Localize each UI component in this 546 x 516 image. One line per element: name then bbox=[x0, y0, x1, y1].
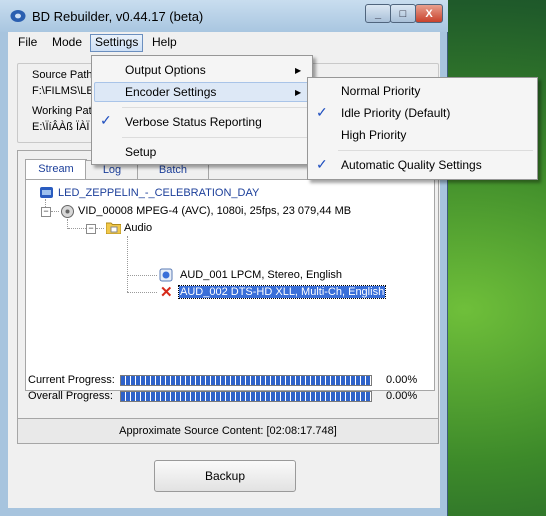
remove-icon[interactable]: ✕ bbox=[160, 283, 173, 301]
check-icon: ✓ bbox=[100, 112, 112, 128]
menu-auto-quality[interactable]: Automatic Quality Settings bbox=[341, 158, 482, 172]
source-path-label: Source Path bbox=[32, 69, 93, 81]
menu-help[interactable]: Help bbox=[148, 35, 181, 51]
video-icon bbox=[61, 205, 74, 218]
tree-root[interactable]: LED_ZEPPELIN_-_CELEBRATION_DAY bbox=[58, 187, 259, 199]
close-button[interactable]: X bbox=[415, 4, 443, 23]
source-path-value[interactable]: F:\FILMS\LE bbox=[32, 85, 94, 97]
overall-progress-bar bbox=[120, 391, 372, 402]
current-progress-fill bbox=[121, 376, 371, 385]
bluray-icon bbox=[40, 187, 53, 198]
menu-separator bbox=[122, 137, 308, 138]
backup-button[interactable]: Backup bbox=[154, 460, 296, 492]
tree-aud2-node[interactable]: AUD_002 DTS-HD XLL, Multi-Ch, English bbox=[177, 285, 387, 299]
menu-idle-priority[interactable]: Idle Priority (Default) bbox=[341, 106, 450, 120]
tree-line bbox=[127, 292, 157, 293]
stream-tree: LED_ZEPPELIN_-_CELEBRATION_DAY − VID_000… bbox=[25, 179, 435, 391]
overall-progress-label: Overall Progress: bbox=[28, 390, 113, 402]
check-icon: ✓ bbox=[316, 156, 328, 172]
menu-encoder-settings[interactable]: Encoder Settings bbox=[125, 85, 216, 99]
minimize-button[interactable]: _ bbox=[365, 4, 391, 23]
menu-mode[interactable]: Mode bbox=[48, 35, 86, 51]
encoder-submenu: Normal Priority ✓ Idle Priority (Default… bbox=[307, 77, 538, 180]
submenu-arrow-icon: ▶ bbox=[295, 66, 302, 75]
tree-line bbox=[127, 275, 157, 276]
current-progress-label: Current Progress: bbox=[28, 374, 115, 386]
tree-aud1-node[interactable]: AUD_001 LPCM, Stereo, English bbox=[180, 269, 342, 281]
current-progress-bar bbox=[120, 375, 372, 386]
collapse-audio-icon[interactable]: − bbox=[86, 224, 96, 234]
submenu-arrow-icon: ▶ bbox=[295, 88, 302, 97]
menu-verbose-status[interactable]: Verbose Status Reporting bbox=[125, 115, 262, 129]
status-bar: Approximate Source Content: [02:08:17.74… bbox=[17, 418, 439, 444]
tree-audio-node[interactable]: Audio bbox=[124, 222, 152, 234]
window-title: BD Rebuilder, v0.44.17 (beta) bbox=[32, 9, 204, 24]
collapse-video-icon[interactable]: − bbox=[41, 207, 51, 217]
menu-bar: File Mode Settings Help bbox=[8, 32, 440, 52]
working-path-value[interactable]: E:\ÏíÂÀß ÏÀÏ bbox=[32, 121, 89, 133]
tree-video-node[interactable]: VID_00008 MPEG-4 (AVC), 1080i, 25fps, 23… bbox=[78, 205, 351, 217]
check-icon: ✓ bbox=[316, 104, 328, 120]
settings-menu: Output Options ▶ Encoder Settings ▶ ✓ Ve… bbox=[91, 55, 313, 165]
overall-progress-value: 0.00% bbox=[386, 390, 418, 402]
menu-setup[interactable]: Setup bbox=[125, 145, 156, 159]
maximize-button[interactable]: □ bbox=[390, 4, 416, 23]
current-progress-value: 0.00% bbox=[386, 374, 418, 386]
tab-stream[interactable]: Stream bbox=[25, 159, 87, 181]
app-icon bbox=[10, 10, 26, 22]
menu-file[interactable]: File bbox=[14, 35, 41, 51]
tree-line bbox=[96, 228, 104, 229]
working-path-label: Working Pat bbox=[32, 105, 92, 117]
menu-separator bbox=[338, 150, 533, 151]
overall-progress-fill bbox=[121, 392, 371, 401]
menu-settings[interactable]: Settings bbox=[90, 34, 144, 52]
audio-stream-icon bbox=[159, 268, 173, 282]
menu-separator bbox=[122, 107, 308, 108]
menu-normal-priority[interactable]: Normal Priority bbox=[341, 84, 420, 98]
tree-line bbox=[68, 228, 86, 229]
menu-high-priority[interactable]: High Priority bbox=[341, 128, 406, 142]
folder-icon bbox=[106, 222, 121, 234]
tree-line bbox=[51, 211, 59, 212]
tree-line bbox=[127, 236, 128, 292]
menu-output-options[interactable]: Output Options bbox=[125, 63, 206, 77]
title-bar[interactable]: BD Rebuilder, v0.44.17 (beta) _ □ X bbox=[0, 0, 448, 32]
